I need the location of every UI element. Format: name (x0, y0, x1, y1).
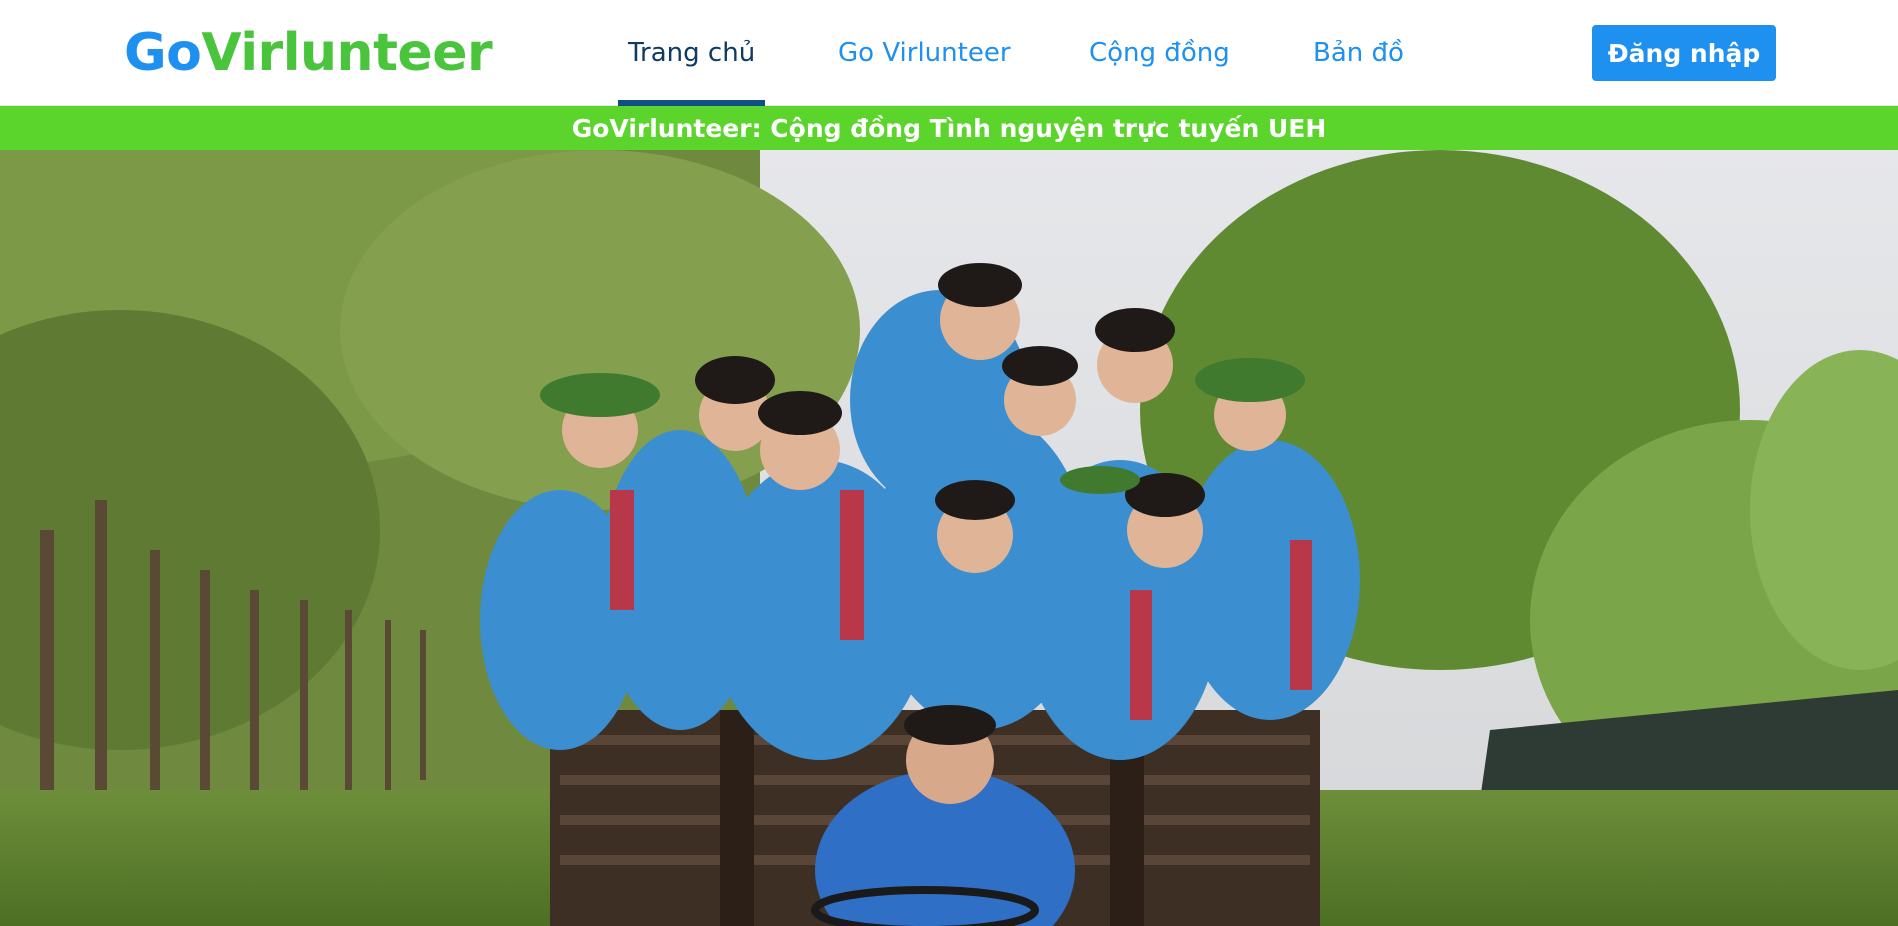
hero-photo-illustration (0, 150, 1898, 926)
banner-text: GoVirlunteer: Cộng đồng Tình nguyện trực… (571, 113, 1327, 143)
announcement-banner: GoVirlunteer: Cộng đồng Tình nguyện trực… (0, 106, 1898, 150)
logo-go: Go (124, 23, 202, 83)
nav-go-virlunteer-label: Go Virlunteer (838, 38, 1011, 68)
nav-map[interactable]: Bản đồ (1313, 38, 1404, 106)
nav-community-label: Cộng đồng (1089, 38, 1230, 68)
nav-home[interactable]: Trang chủ (618, 38, 766, 106)
logo-virlunteer: Virlunteer (201, 23, 493, 83)
nav-home-label: Trang chủ (628, 38, 756, 68)
hero-image (0, 150, 1898, 926)
login-button[interactable]: Đăng nhập (1592, 25, 1776, 81)
site-logo[interactable]: GoVirlunteer (124, 22, 493, 84)
nav-map-label: Bản đồ (1313, 38, 1404, 68)
site-header: GoVirlunteer Trang chủ Go Virlunteer Cộn… (0, 0, 1898, 106)
nav-community[interactable]: Cộng đồng (1089, 38, 1230, 106)
nav-go-virlunteer[interactable]: Go Virlunteer (838, 38, 1011, 106)
